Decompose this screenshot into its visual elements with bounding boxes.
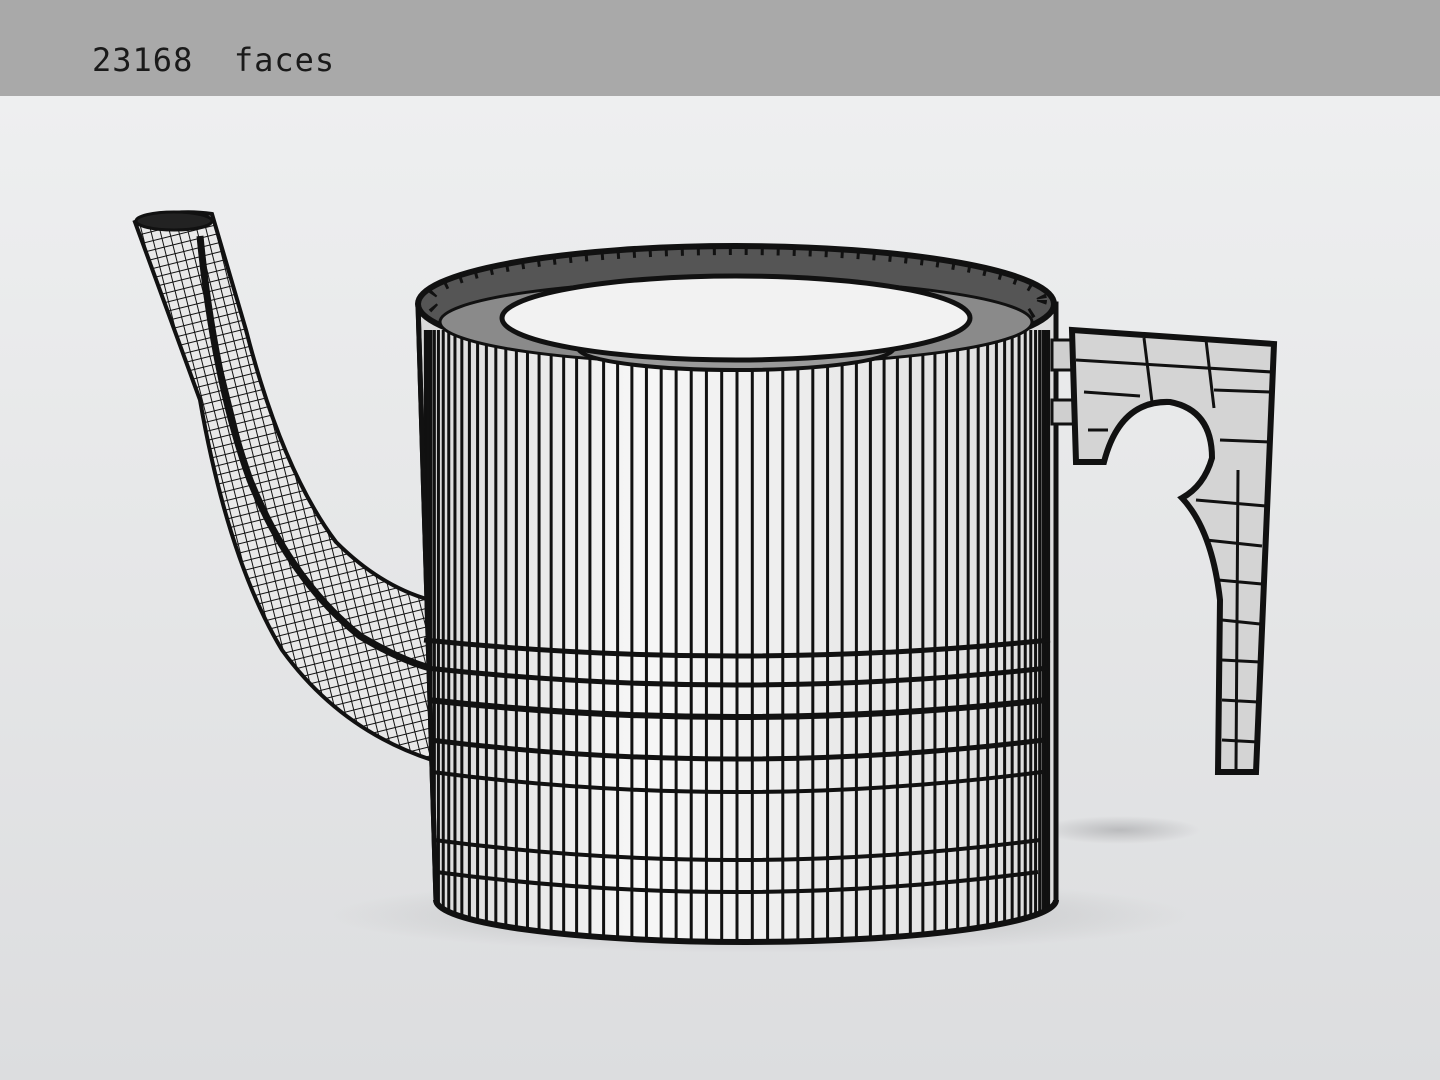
handle-shadow: [1040, 816, 1200, 844]
stats-bar: 23168 faces: [0, 0, 1440, 96]
teapot-handle: [1050, 326, 1278, 775]
teapot-model: [132, 210, 1278, 953]
spout: [132, 210, 435, 763]
face-count-value: 23168: [92, 41, 194, 79]
teapot-body: [415, 301, 1059, 945]
3d-viewport[interactable]: [0, 96, 1440, 1080]
face-count-label: faces: [233, 41, 336, 79]
face-count-text: 23168 faces: [92, 38, 335, 82]
